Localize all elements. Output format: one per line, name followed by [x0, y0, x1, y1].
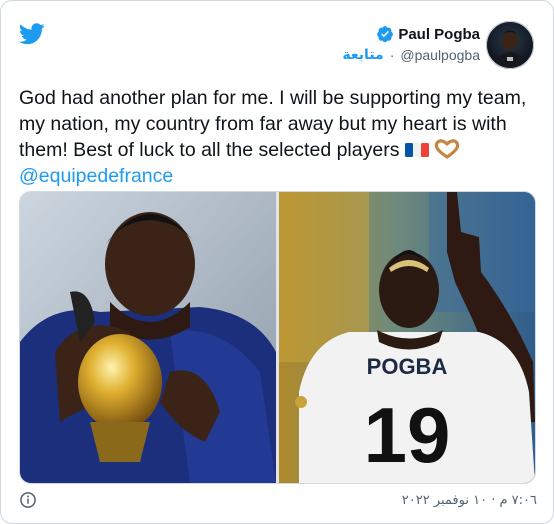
display-name[interactable]: Paul Pogba: [398, 26, 480, 43]
media-grid[interactable]: POGBA 19: [19, 191, 536, 484]
verified-badge-icon: [377, 26, 394, 43]
info-icon[interactable]: [19, 491, 37, 509]
handle-row: متابعة · @paulpogba: [342, 47, 480, 63]
svg-text:19: 19: [364, 391, 451, 479]
author-handle[interactable]: @paulpogba: [400, 47, 480, 63]
tweet-footer: ٧:٠٦ م · ١٠ نوفمبر ٢٠٢٢: [19, 491, 537, 509]
twitter-bird-icon[interactable]: [19, 23, 45, 45]
heart-hands-emoji: [435, 139, 460, 159]
player-pointing-up-photo[interactable]: POGBA 19: [279, 192, 535, 483]
follow-button[interactable]: متابعة: [342, 47, 383, 63]
svg-text:POGBA: POGBA: [367, 354, 448, 379]
tweet-card: Paul Pogba متابعة · @paulpogba God had a…: [0, 0, 554, 524]
tweet-text: God had another plan for me. I will be s…: [19, 85, 539, 189]
avatar[interactable]: [486, 21, 534, 69]
france-flag-emoji: [404, 143, 429, 157]
author-name-row[interactable]: Paul Pogba: [376, 25, 480, 43]
player-kissing-trophy-photo[interactable]: [20, 192, 276, 483]
timestamp[interactable]: ٧:٠٦ م · ١٠ نوفمبر ٢٠٢٢: [402, 493, 537, 508]
mention-link[interactable]: @equipedefrance: [19, 165, 173, 187]
separator-dot: ·: [389, 47, 395, 63]
